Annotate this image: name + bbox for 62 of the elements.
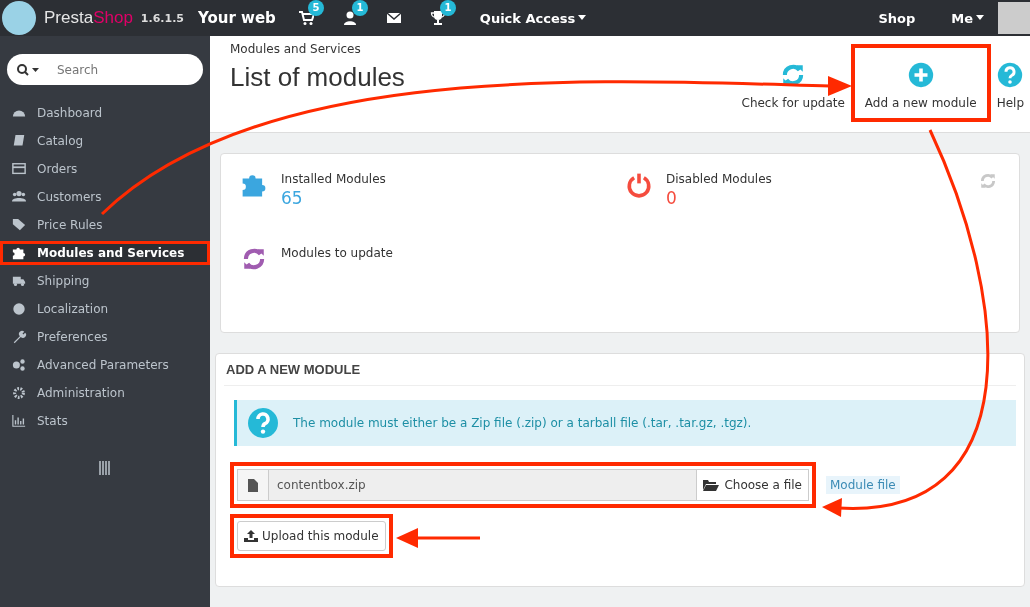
stat-label: Modules to update <box>281 246 393 260</box>
search-field[interactable]: Search <box>43 54 203 85</box>
plus-icon <box>907 62 934 88</box>
upload-button[interactable]: Upload this module <box>237 521 386 551</box>
toolbar-button[interactable]: Add a new module <box>862 52 979 114</box>
tag-icon <box>11 218 27 232</box>
brand-logo: PrestaShop <box>44 8 133 28</box>
credit-card-icon <box>11 162 27 176</box>
bar-chart-icon <box>11 414 27 428</box>
settings-icon <box>11 386 27 400</box>
notification-badge: 5 <box>307 0 324 16</box>
info-message: The module must either be a Zip file (.zip) or a tarball file (.tar, .tar.gz, .tgz). <box>293 416 752 430</box>
sidebar-item[interactable]: Catalog <box>0 129 210 153</box>
stat-label: Installed Modules <box>281 172 386 186</box>
puzzle-icon <box>11 246 27 260</box>
shop-name: Your web <box>198 9 276 27</box>
field-label: Module file <box>826 476 900 494</box>
stat-label: Disabled Modules <box>666 172 772 186</box>
folder-icon <box>703 479 720 491</box>
toolbar-button[interactable]: Check for update <box>739 52 847 114</box>
sidebar-item[interactable]: Localization <box>0 297 210 321</box>
stat-value: 0 <box>666 188 678 208</box>
help-icon <box>247 407 279 439</box>
file-icon <box>248 478 258 492</box>
page-title: List of modules <box>230 62 406 93</box>
sidebar-item[interactable]: Shipping <box>0 269 210 293</box>
toolbar-button[interactable]: Help <box>994 52 1026 114</box>
logo-icon <box>2 1 36 35</box>
truck-icon <box>11 274 27 288</box>
user-icon[interactable] <box>341 10 358 26</box>
sidebar-item[interactable]: Stats <box>0 409 210 433</box>
sidebar-item[interactable]: Price Rules <box>0 213 210 237</box>
notification-badge: 1 <box>351 0 368 16</box>
me-menu[interactable]: Me <box>945 9 990 27</box>
caret-icon <box>578 15 587 21</box>
sidebar-item[interactable]: Orders <box>0 157 210 181</box>
sidebar-item[interactable]: Dashboard <box>0 101 210 125</box>
file-input[interactable]: contentbox.zip Choose a file <box>237 469 809 501</box>
version-number: 1.6.1.5 <box>140 11 184 25</box>
sidebar-item[interactable]: Administration <box>0 381 210 405</box>
upload-icon <box>244 530 258 542</box>
help-icon <box>997 62 1024 88</box>
collapse-handle-icon[interactable] <box>99 461 111 475</box>
users-icon <box>11 190 27 204</box>
sidebar-item[interactable]: Customers <box>0 185 210 209</box>
shop-link[interactable]: Shop <box>878 10 916 26</box>
notification-badge: 1 <box>439 0 456 16</box>
search-icon <box>17 63 39 76</box>
stat-value: 65 <box>281 188 304 208</box>
book-icon <box>11 134 27 148</box>
sidebar-item[interactable]: Preferences <box>0 325 210 349</box>
panel-heading: ADD A NEW MODULE <box>224 354 1016 386</box>
breadcrumb: Modules and Services <box>230 42 362 56</box>
envelope-icon[interactable] <box>385 10 402 26</box>
cart-icon[interactable] <box>297 10 314 26</box>
quick-access-menu[interactable]: Quick Access <box>473 9 593 27</box>
search-scope-button[interactable] <box>7 54 43 85</box>
sidebar-item[interactable]: Modules and Services <box>0 241 210 265</box>
wrench-icon <box>11 330 27 344</box>
trophy-icon[interactable] <box>429 10 446 26</box>
sidebar-item[interactable]: Advanced Parameters <box>0 353 210 377</box>
caret-icon <box>976 15 984 21</box>
